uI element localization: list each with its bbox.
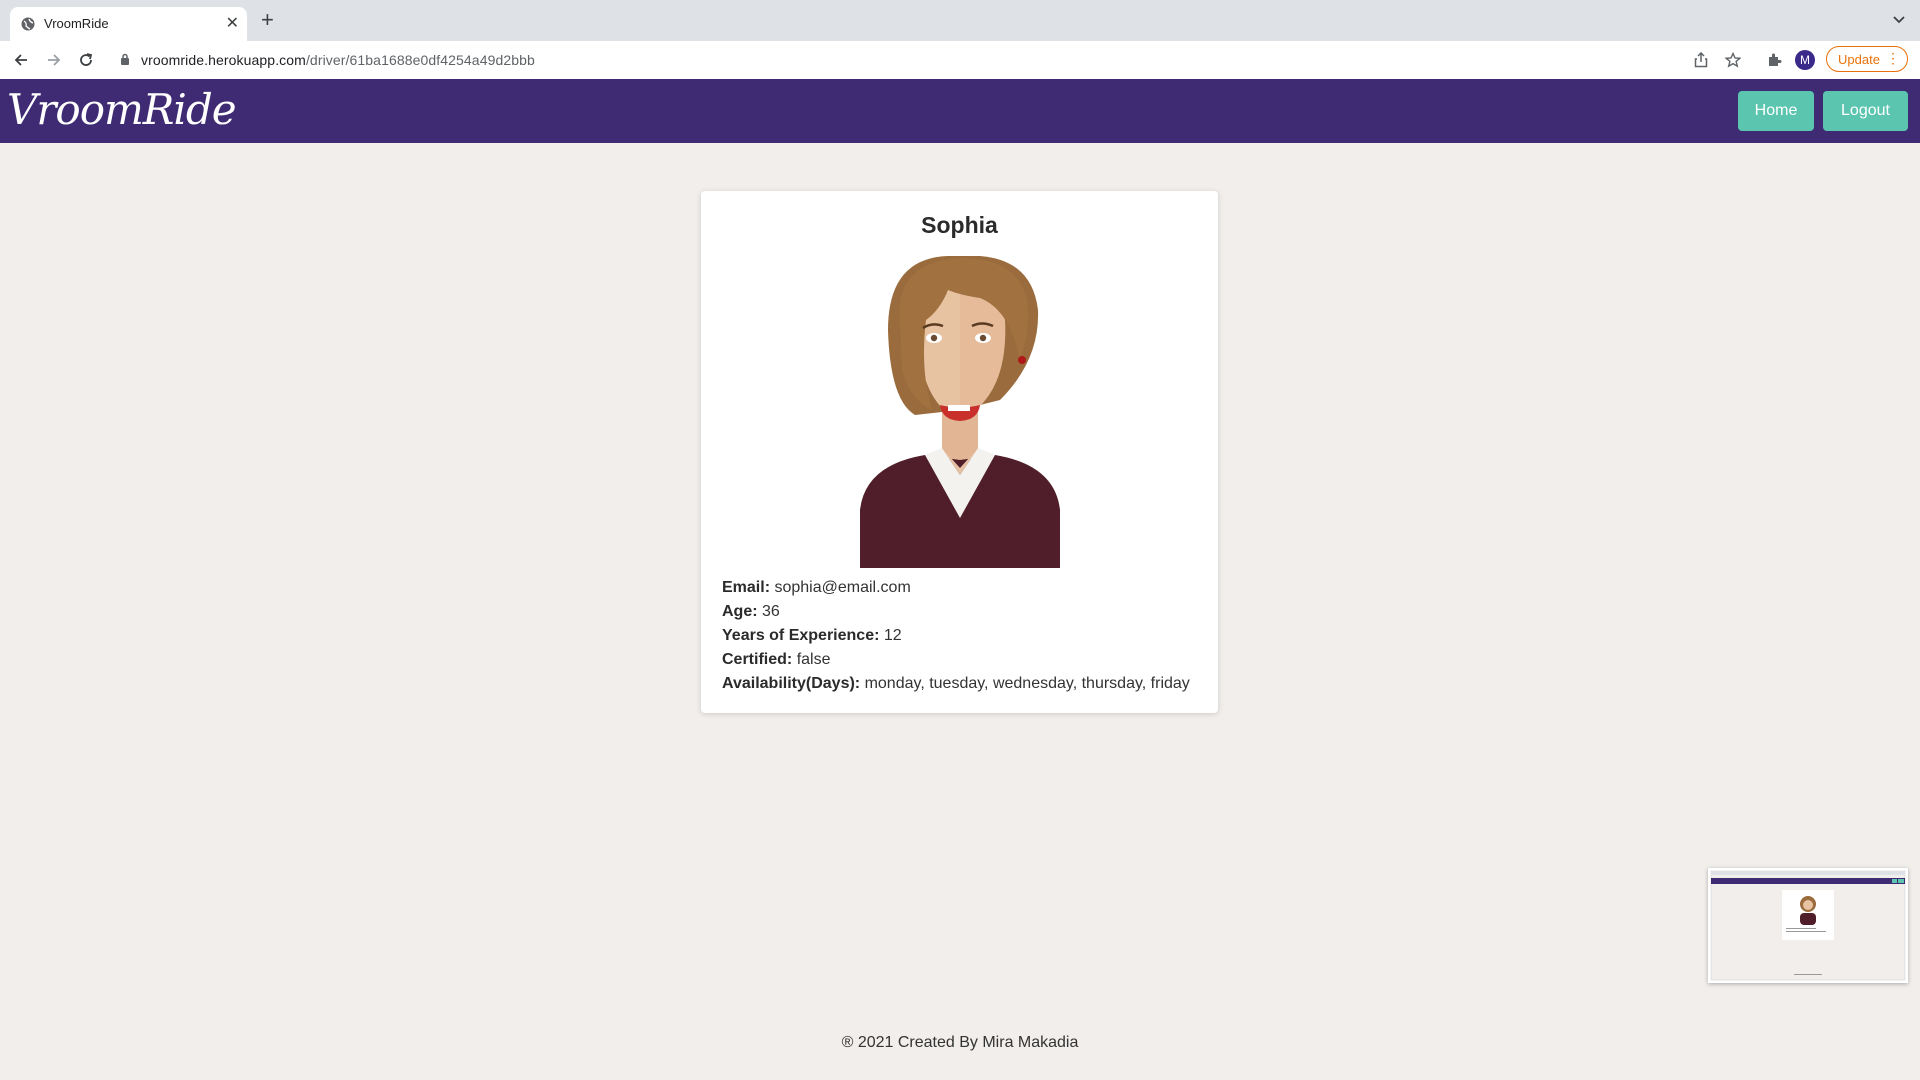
age-row: Age: 36	[722, 603, 780, 620]
driver-name: Sophia	[921, 212, 998, 238]
new-tab-icon[interactable]: +	[261, 9, 274, 31]
browser-toolbar: vroomride.herokuapp.com/driver/61ba1688e…	[0, 41, 1920, 79]
chevron-down-icon[interactable]	[1892, 12, 1906, 30]
more-vert-icon: ⋮	[1886, 50, 1900, 66]
logout-button[interactable]: Logout	[1823, 91, 1908, 131]
email-row: Email: sophia@email.com	[722, 579, 911, 596]
brand-logo[interactable]: VroomRide	[7, 85, 237, 134]
email-value: sophia@email.com	[774, 579, 911, 596]
browser-tab[interactable]: VroomRide ✕	[10, 7, 247, 41]
home-button[interactable]: Home	[1738, 91, 1814, 131]
lock-icon[interactable]	[120, 53, 130, 71]
close-tab-icon[interactable]: ✕	[226, 13, 239, 33]
availability-value: monday, tuesday, wednesday, thursday, fr…	[864, 675, 1190, 692]
certified-value: false	[796, 651, 831, 668]
screenshot-thumbnail[interactable]	[1708, 868, 1908, 983]
profile-avatar[interactable]: M	[1795, 50, 1815, 70]
browser-tabstrip: VroomRide ✕ +	[0, 0, 1920, 41]
experience-row: Years of Experience: 12	[722, 627, 902, 644]
forward-icon[interactable]	[43, 49, 65, 71]
extensions-icon[interactable]	[1763, 49, 1785, 71]
tab-title: VroomRide	[44, 16, 109, 31]
driver-details: Email: sophia@email.com Age: 36 Years of…	[722, 576, 1190, 696]
certified-row: Certified: false	[722, 651, 831, 668]
star-icon[interactable]	[1722, 49, 1744, 71]
share-icon[interactable]	[1690, 49, 1712, 71]
footer-text: ® 2021 Created By Mira Makadia	[841, 1034, 1079, 1051]
experience-value: 12	[883, 627, 902, 644]
age-value: 36	[762, 603, 780, 620]
globe-icon	[21, 17, 35, 36]
site-navbar: VroomRide Home Logout	[0, 79, 1920, 143]
address-bar[interactable]: vroomride.herokuapp.com/driver/61ba1688e…	[108, 46, 1688, 74]
reload-icon[interactable]	[75, 49, 97, 71]
back-icon[interactable]	[10, 49, 32, 71]
driver-avatar	[860, 256, 1060, 568]
availability-row: Availability(Days): monday, tuesday, wed…	[722, 675, 1190, 692]
driver-card: Sophia Email: sophia@email.com Age: 36 Y…	[701, 191, 1218, 713]
update-button[interactable]: Update ⋮	[1826, 46, 1908, 72]
url-text: vroomride.herokuapp.com/driver/61ba1688e…	[141, 52, 535, 68]
